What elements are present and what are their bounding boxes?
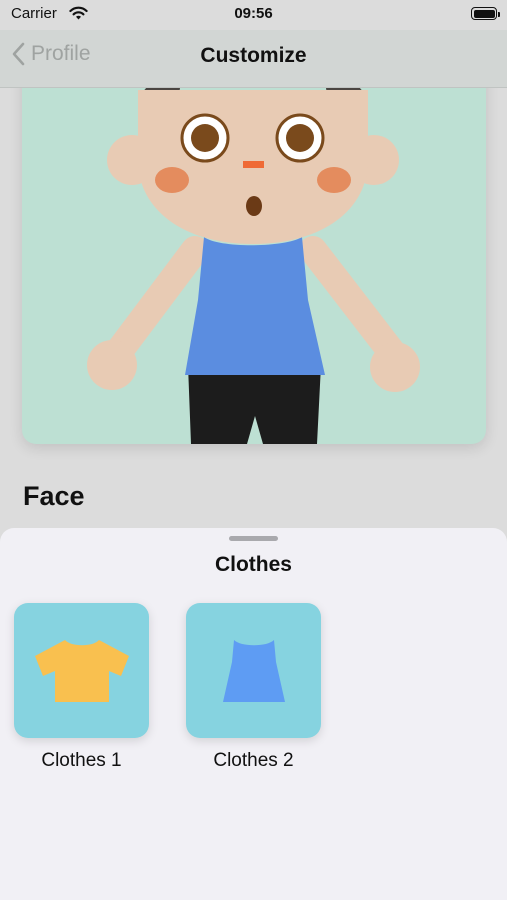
navigation-bar: Profile Customize: [0, 30, 507, 88]
clothes-item-1-label: Clothes 1: [41, 750, 122, 771]
tshirt-icon: [34, 639, 129, 702]
clothes-item-2-label: Clothes 2: [213, 750, 294, 771]
avatar-illustration: [87, 81, 420, 444]
sheet-grabber[interactable]: [229, 536, 278, 541]
battery-icon: [471, 7, 500, 20]
avatar-preview: [22, 60, 486, 444]
sheet-title: Clothes: [214, 553, 292, 576]
clothes-item-1[interactable]: [14, 603, 149, 738]
status-bar: Carrier 09:56: [0, 0, 507, 30]
right-hand: [370, 342, 420, 392]
page-title: Customize: [200, 44, 307, 67]
tanktop-icon: [222, 639, 285, 702]
section-title: Face: [23, 481, 85, 511]
clock: 09:56: [234, 5, 273, 22]
left-hand: [87, 340, 137, 390]
clothes-item-2[interactable]: [186, 603, 321, 738]
clothes-sheet: Clothes Clothes 1 Clothes 2: [0, 528, 507, 900]
shorts: [188, 365, 321, 444]
